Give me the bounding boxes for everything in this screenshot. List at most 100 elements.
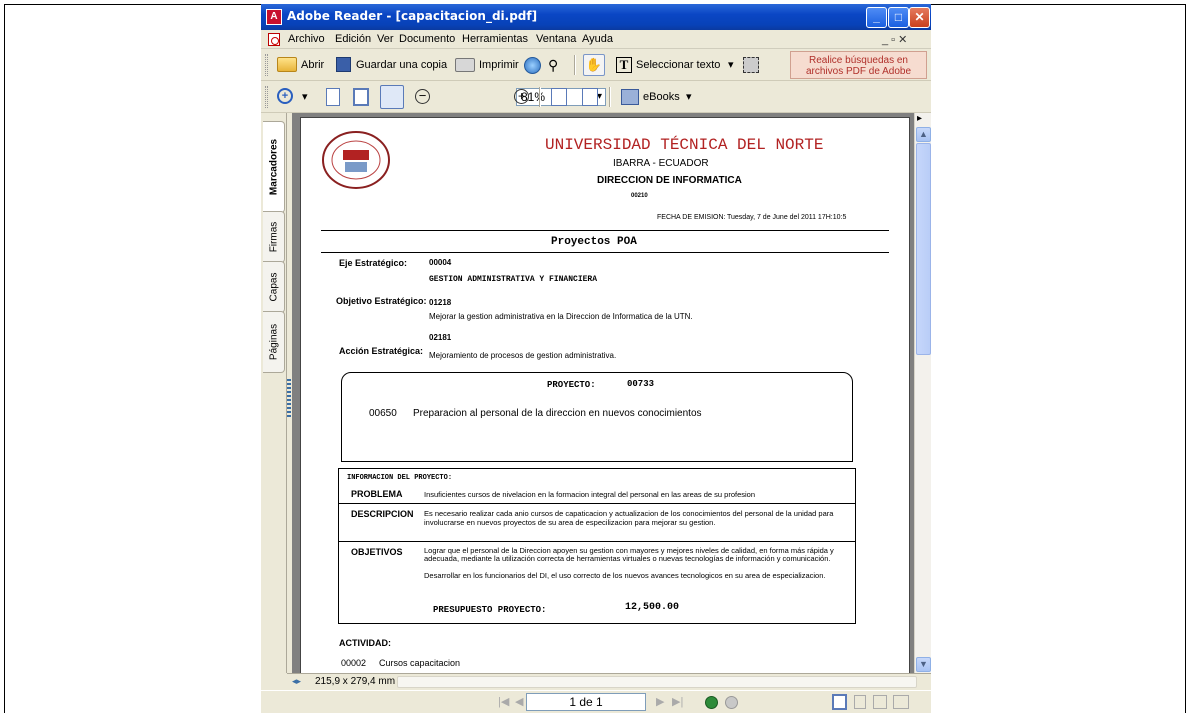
ebooks-button[interactable]: eBooks (643, 81, 680, 113)
zoom-in-tool-icon[interactable]: + (277, 88, 293, 104)
adobe-reader-window: A Adobe Reader - [capacitacion_di.pdf] _… (261, 4, 931, 713)
tab-capas[interactable]: Capas (263, 261, 285, 313)
save-disk-icon[interactable] (336, 57, 351, 72)
descripcion-label: DESCRIPCION (351, 509, 414, 519)
toolbar-separator (574, 55, 576, 75)
scroll-thumb[interactable] (916, 143, 931, 355)
menu-ver[interactable]: Ver (377, 33, 394, 45)
emission-label: FECHA DE EMISION: (657, 214, 726, 221)
scroll-menu-arrow-icon[interactable]: ▸ (917, 113, 922, 124)
objetivos-label: OBJETIVOS (351, 547, 403, 557)
next-page-icon[interactable]: ▶ (656, 695, 664, 708)
university-name: UNIVERSIDAD TÉCNICA DEL NORTE (545, 136, 824, 154)
menu-herramientas[interactable]: Herramientas (462, 33, 528, 45)
single-page-layout-icon[interactable] (832, 694, 847, 710)
toolbar-grip[interactable] (265, 54, 268, 76)
rotate-counterclockwise-icon[interactable] (582, 88, 598, 106)
toolbar-separator (609, 87, 611, 107)
scroll-up-button[interactable]: ▲ (916, 127, 931, 142)
maximize-button[interactable]: □ (888, 7, 909, 28)
objetivo-label: Objetivo Estratégico: (336, 296, 427, 306)
toolbar-grip[interactable] (265, 86, 268, 108)
section-title: Proyectos POA (551, 236, 637, 248)
presupuesto-value: 12,500.00 (625, 602, 680, 613)
binoculars-search-icon[interactable]: ⚲ (548, 57, 564, 73)
table-row: DESCRIPCION Es necesario realizar cada a… (339, 503, 855, 541)
hand-tool-icon[interactable]: ✋ (583, 54, 605, 76)
continuous-facing-layout-icon[interactable] (893, 695, 909, 709)
table-row: OBJETIVOS Lograr que el personal de la D… (339, 541, 855, 623)
select-text-button[interactable]: Seleccionar texto (636, 49, 720, 81)
split-handle-icon[interactable]: ◂▸ (292, 676, 301, 687)
project-info-table: INFORMACION DEL PROYECTO: PROBLEMA Insuf… (338, 468, 856, 624)
university-seal-icon (322, 131, 390, 189)
actividad-text: Cursos capacitacion (379, 658, 461, 668)
snapshot-tool-icon[interactable] (743, 57, 759, 73)
next-view-icon[interactable] (725, 696, 738, 709)
continuous-layout-icon[interactable] (854, 695, 866, 709)
zoom-out-icon[interactable]: − (415, 89, 430, 104)
accion-code: 02181 (429, 333, 452, 342)
tab-firmas[interactable]: Firmas (263, 211, 285, 263)
page-navigation-bar: |◀ ◀ 1 de 1 ▶ ▶| (261, 690, 931, 713)
last-page-icon[interactable]: ▶| (672, 695, 683, 708)
window-title: Adobe Reader - [capacitacion_di.pdf] (287, 9, 538, 23)
open-button[interactable]: Abrir (301, 49, 324, 81)
first-page-icon[interactable]: |◀ (498, 695, 509, 708)
zoom-tool-dropdown-icon[interactable]: ▾ (302, 81, 308, 113)
ebooks-dropdown-icon[interactable]: ▾ (686, 81, 692, 113)
section-divider (321, 252, 889, 253)
ebooks-icon[interactable] (621, 89, 639, 105)
menu-edicion[interactable]: Edición (335, 33, 371, 45)
document-viewport[interactable]: UNIVERSIDAD TÉCNICA DEL NORTE IBARRA - E… (292, 113, 914, 673)
page-number-field[interactable]: 1 de 1 (526, 693, 646, 711)
tab-marcadores[interactable]: Marcadores (263, 121, 285, 213)
emission-date: Tuesday, 7 de June del 2011 17H:10:5 (727, 214, 847, 221)
scroll-down-button[interactable]: ▼ (916, 657, 931, 672)
navigation-splitter[interactable] (286, 113, 291, 673)
select-text-dropdown-icon[interactable]: ▾ (728, 49, 734, 81)
proyecto-item-text: Preparacion al personal de la direccion … (413, 408, 702, 419)
search-adobe-pdf-banner[interactable]: Realice búsquedas en archivos PDF de Ado… (790, 51, 927, 79)
proyecto-label: PROYECTO: (547, 380, 596, 390)
menu-archivo[interactable]: Archivo (288, 33, 325, 45)
proyecto-item-code: 00650 (369, 408, 397, 419)
minimize-button[interactable]: _ (866, 7, 887, 28)
objetivos-text-1: Lograr que el personal de la Direccion a… (424, 546, 834, 563)
rotate-clockwise-icon[interactable] (551, 88, 567, 106)
printer-icon[interactable] (455, 58, 475, 72)
fit-width-icon[interactable] (380, 85, 404, 109)
horizontal-scrollbar[interactable] (397, 676, 917, 688)
proyecto-code: 00733 (627, 379, 655, 389)
facing-layout-icon[interactable] (873, 695, 887, 709)
email-globe-icon[interactable] (524, 57, 541, 74)
menu-ventana[interactable]: Ventana (536, 33, 576, 45)
status-bar: ◂▸ 215,9 x 279,4 mm (287, 673, 931, 690)
objetivos-text-2: Desarrollar en los funcionarios del DI, … (424, 571, 826, 580)
select-text-icon[interactable]: T (616, 57, 632, 73)
actividad-code: 00002 (341, 658, 367, 668)
menu-documento[interactable]: Documento (399, 33, 455, 45)
city-line: IBARRA - ECUADOR (613, 158, 709, 169)
print-button[interactable]: Imprimir (479, 49, 519, 81)
previous-view-icon[interactable] (705, 696, 718, 709)
fit-page-icon[interactable] (353, 88, 369, 106)
title-bar[interactable]: A Adobe Reader - [capacitacion_di.pdf] _… (261, 4, 931, 30)
department-code: 00210 (631, 193, 648, 199)
presupuesto-label: PRESUPUESTO PROYECTO: (433, 605, 547, 615)
open-folder-icon[interactable] (277, 57, 297, 72)
problema-text: Insuficientes cursos de nivelacion en la… (424, 490, 756, 499)
table-row: INFORMACION DEL PROYECTO: PROBLEMA Insuf… (339, 469, 855, 503)
save-copy-button[interactable]: Guardar una copia (356, 49, 447, 81)
zoom-in-icon[interactable]: + (514, 89, 529, 104)
tab-paginas[interactable]: Páginas (263, 311, 285, 373)
previous-page-icon[interactable]: ◀ (515, 695, 523, 708)
close-button[interactable]: ✕ (909, 7, 930, 28)
menu-ayuda[interactable]: Ayuda (582, 33, 613, 45)
navigation-pane: Marcadores Firmas Capas Páginas (261, 113, 287, 673)
splitter-handle[interactable] (287, 379, 291, 419)
document-window-controls[interactable]: _ ▫ ✕ (882, 33, 907, 46)
actual-size-icon[interactable] (326, 88, 340, 106)
actividad-label: ACTIVIDAD: (339, 638, 391, 648)
vertical-scrollbar[interactable]: ▸ ▲ ▼ (914, 113, 931, 673)
